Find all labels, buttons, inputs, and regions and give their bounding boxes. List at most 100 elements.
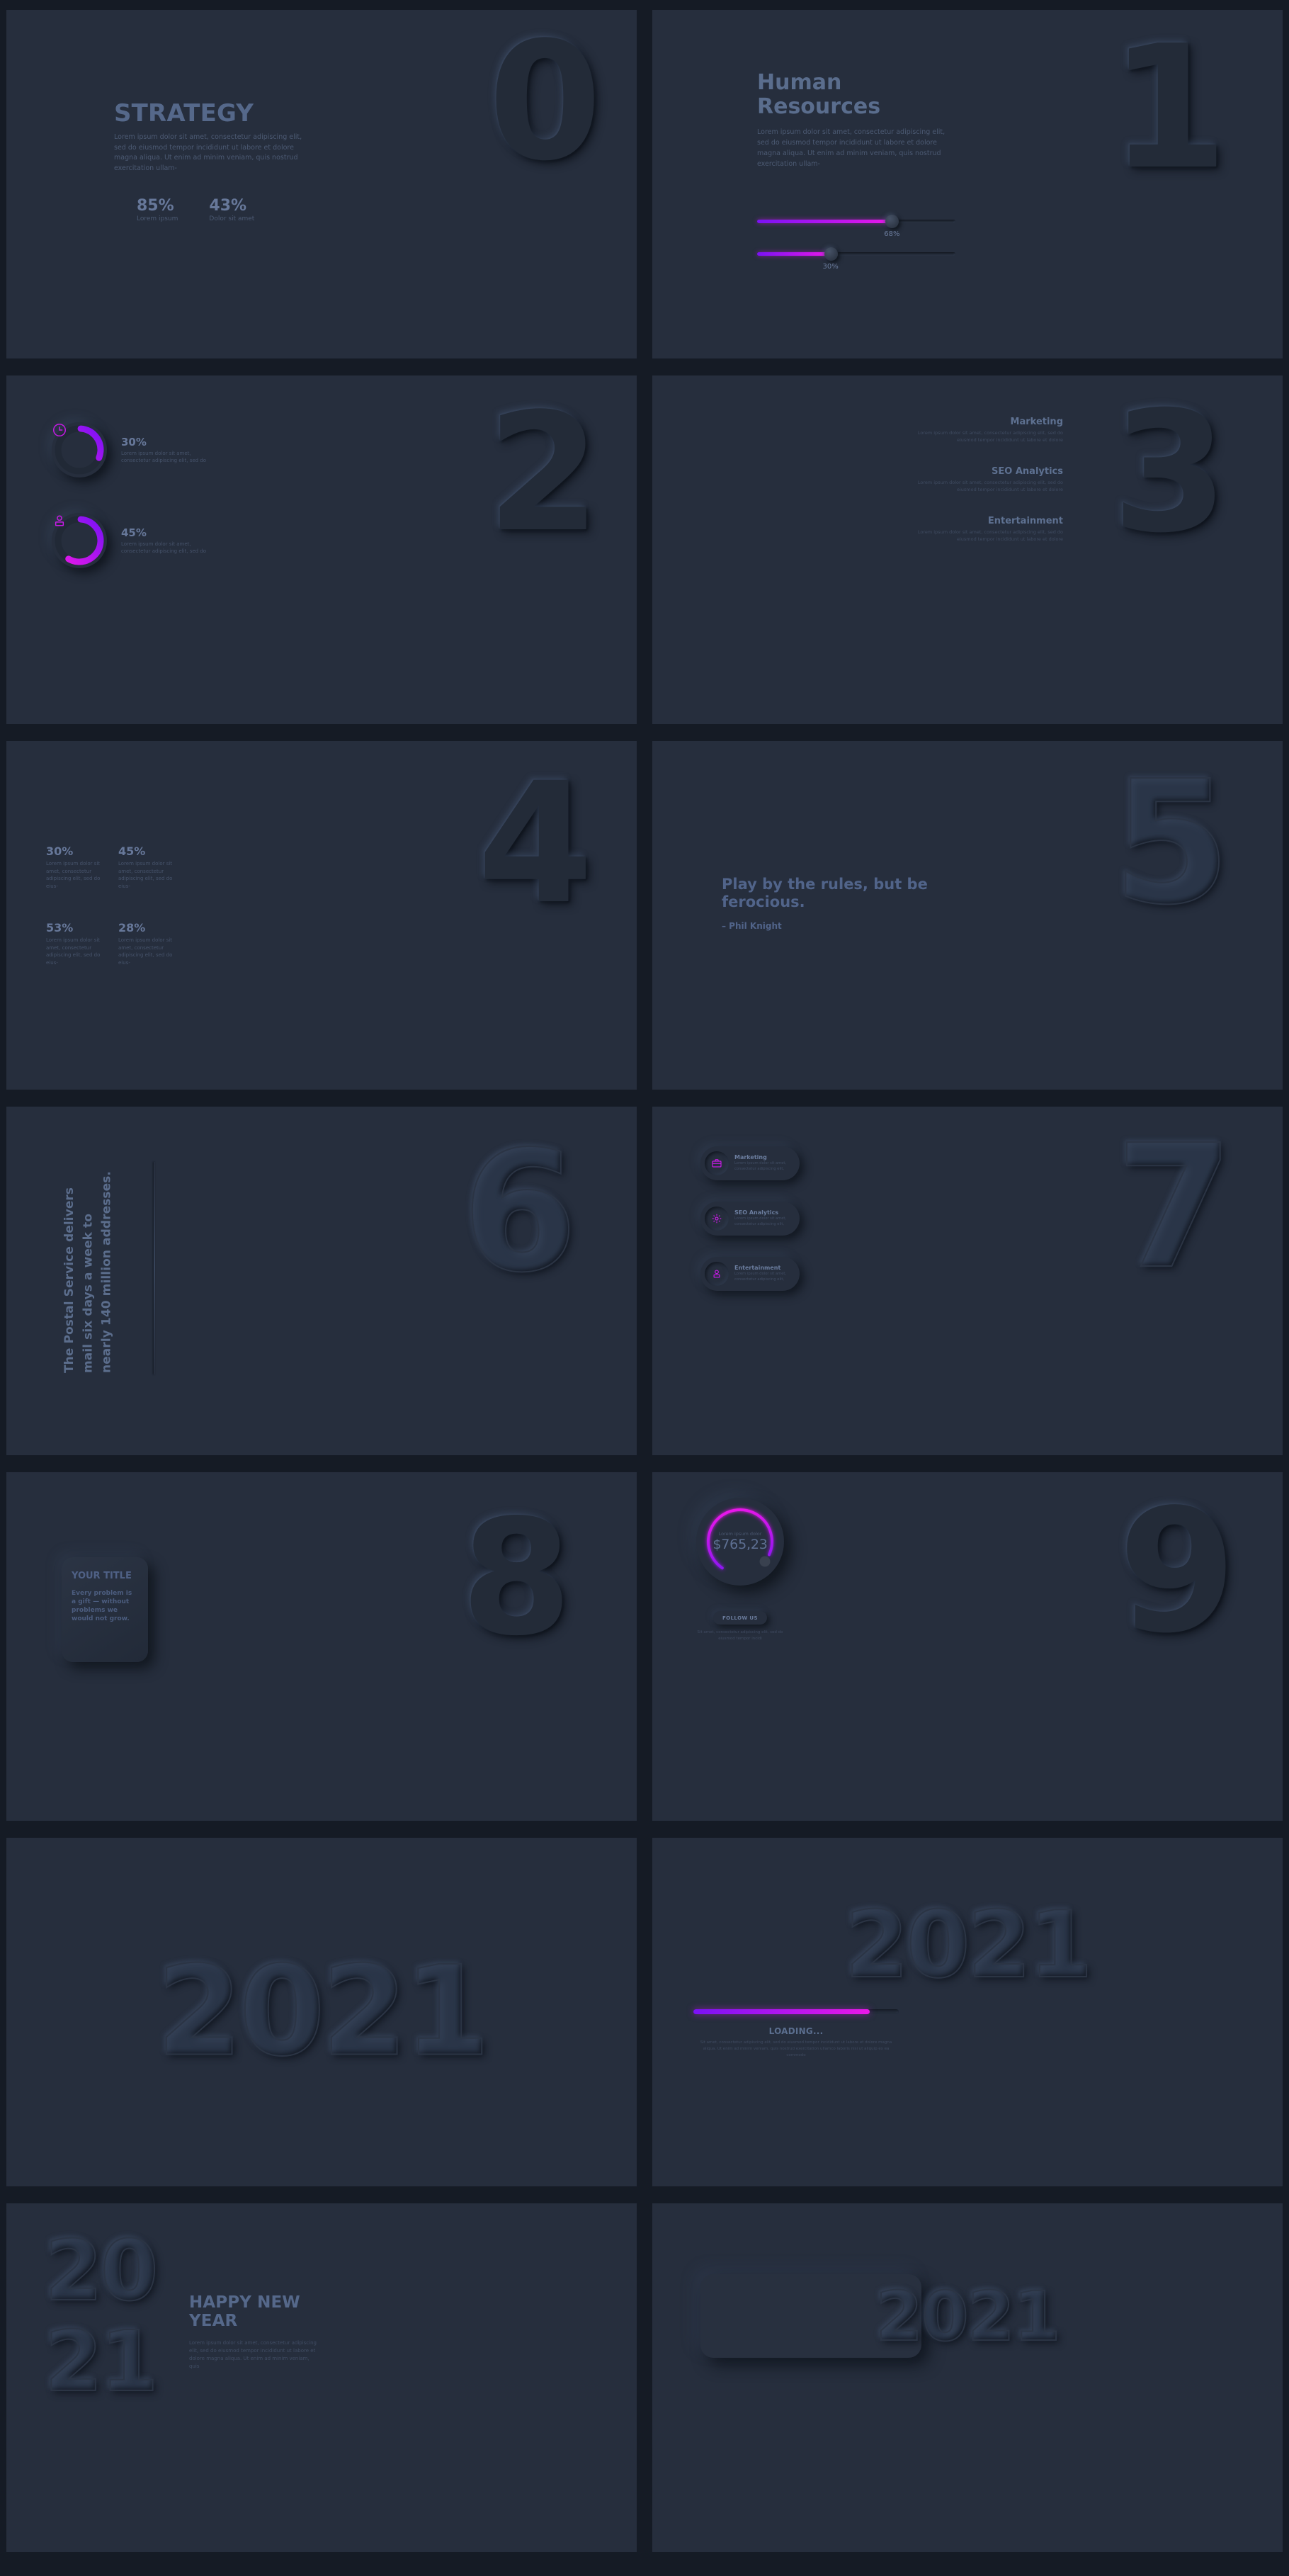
pill-list: Marketing Lorem ipsum dolor sit amet, co… <box>700 1146 800 1312</box>
loading-title: LOADING... <box>768 2026 824 2036</box>
topic-list: Marketing Lorem ipsum dolor sit amet, co… <box>909 417 1063 565</box>
slider-value: 68% <box>884 230 900 238</box>
stat-desc: Lorem ipsum dolor sit amet, consectetur … <box>46 937 101 966</box>
ring-text: 30% Lorem ipsum dolor sit amet, consecte… <box>121 436 215 464</box>
strategy-text-block: STRATEGY Lorem ipsum dolor sit amet, con… <box>114 99 307 174</box>
slide-numeral: 2 <box>487 379 601 568</box>
progress-ring[interactable] <box>52 422 107 478</box>
amount-gauge[interactable]: Lorem ipsum dolor $765,23 <box>696 1498 784 1586</box>
hr-paragraph: Lorem ipsum dolor sit amet, consectetur … <box>757 128 946 168</box>
quote-text: Play by the rules, but be ferocious. <box>722 876 928 911</box>
ring-item: 45% Lorem ipsum dolor sit amet, consecte… <box>52 513 215 568</box>
pill-item-marketing[interactable]: Marketing Lorem ipsum dolor sit amet, co… <box>700 1146 800 1180</box>
slider-fill <box>757 220 892 223</box>
pill-item-entertainment[interactable]: Entertainment Lorem ipsum dolor sit amet… <box>700 1257 800 1291</box>
slide-numeral-line-2: 21 <box>44 2312 159 2410</box>
slide-happy-new-year: 20 21 HAPPY NEW YEAR Lorem ipsum dolor s… <box>6 2203 637 2552</box>
slide-human-resources: 1 Human Resources Lorem ipsum dolor sit … <box>652 10 1283 358</box>
quote-block: Play by the rules, but be ferocious. – P… <box>722 876 934 931</box>
strategy-stats: 85% Lorem ipsum 43% Dolor sit amet <box>137 197 254 222</box>
topic-title: SEO Analytics <box>992 466 1063 478</box>
slide-strategy: 0 STRATEGY Lorem ipsum dolor sit amet, c… <box>6 10 637 358</box>
slide-stat-grid: 4 30% Lorem ipsum dolor sit amet, consec… <box>6 741 637 1090</box>
stat-desc: Lorem ipsum dolor sit amet, consectetur … <box>46 861 101 889</box>
loading-text-block: LOADING... Sit amet, consectetur adipisc… <box>693 2026 899 2059</box>
slide-numeral: 4 <box>477 747 594 941</box>
stat-value: 28% <box>118 921 146 934</box>
ring-desc: Lorem ipsum dolor sit amet, consectetur … <box>121 541 207 554</box>
slider-value: 30% <box>822 263 839 271</box>
quote-card[interactable]: YOUR TITLE Every problem is a gift — wit… <box>62 1557 148 1662</box>
person-icon <box>52 513 107 568</box>
vertical-fact-text: The Postal Service delivers mail six day… <box>62 1171 114 1373</box>
topic-title: Entertainment <box>987 516 1063 527</box>
hr-text-block: Human Resources Lorem ipsum dolor sit am… <box>757 70 948 169</box>
page-title: STRATEGY <box>114 99 254 128</box>
stat-cell: 28% Lorem ipsum dolor sit amet, consecte… <box>118 921 182 966</box>
slide-numeral-line-1: 20 <box>44 2222 159 2320</box>
quote-author: – Phil Knight <box>722 921 782 932</box>
slide-progress-rings: 2 30% Lorem ipsum dolor sit amet, consec… <box>6 375 637 724</box>
ring-text: 45% Lorem ipsum dolor sit amet, consecte… <box>121 526 215 555</box>
topic-item-entertainment[interactable]: Entertainment Lorem ipsum dolor sit amet… <box>909 516 1063 543</box>
topic-item-marketing[interactable]: Marketing Lorem ipsum dolor sit amet, co… <box>909 417 1063 444</box>
topic-desc: Lorem ipsum dolor sit amet, consectetur … <box>917 480 1063 493</box>
slider-knob[interactable] <box>885 215 899 228</box>
pill-desc: Lorem ipsum dolor sit amet, consectetur … <box>734 1216 787 1226</box>
card-title: YOUR TITLE <box>72 1571 132 1581</box>
pill-text: Entertainment Lorem ipsum dolor sit amet… <box>734 1265 797 1282</box>
stat-grid: 30% Lorem ipsum dolor sit amet, consecte… <box>46 844 188 966</box>
pill-title: Entertainment <box>734 1265 781 1272</box>
topic-desc: Lorem ipsum dolor sit amet, consectetur … <box>917 430 1063 444</box>
slide-loading: 2021 LOADING... Sit amet, consectetur ad… <box>652 1838 1283 2186</box>
loading-progress-track[interactable] <box>693 2009 899 2014</box>
gauge-amount: $765,23 <box>712 1537 768 1552</box>
slide-numeral: 6 <box>461 1116 579 1309</box>
page-title: HAPPY NEW YEAR <box>189 2293 300 2330</box>
slider-row[interactable]: 68% <box>757 213 955 245</box>
stat-label: Dolor sit amet <box>209 215 255 222</box>
stat-item: 85% Lorem ipsum <box>137 197 178 222</box>
slide-numeral: 5 <box>1112 744 1232 942</box>
gauge-label: Lorem ipsum dolor <box>718 1531 762 1537</box>
slide-numeral: 7 <box>1115 1108 1234 1306</box>
pill-text: SEO Analytics Lorem ipsum dolor sit amet… <box>734 1209 797 1227</box>
loading-progress-fill <box>693 2009 870 2014</box>
slide-numeral: 2021 <box>156 1940 491 2084</box>
ring-list: 30% Lorem ipsum dolor sit amet, consecte… <box>52 422 215 604</box>
slide-numeral: 3 <box>1112 376 1228 570</box>
ring-item: 30% Lorem ipsum dolor sit amet, consecte… <box>52 422 215 478</box>
stat-desc: Lorem ipsum dolor sit amet, consectetur … <box>118 861 173 889</box>
slide-numeral: 2021 <box>844 1891 1094 1999</box>
pill-title: SEO Analytics <box>734 1209 779 1216</box>
slide-gauge: 9 Lorem ipsum dolor $765,23 FOLLOW US Si… <box>652 1472 1283 1821</box>
gear-icon <box>705 1207 729 1231</box>
person-icon <box>705 1262 729 1286</box>
gauge-caption: Sit amet, consectetur adipiscing elit, s… <box>697 1630 783 1641</box>
slide-year-2021: 2021 <box>6 1838 637 2186</box>
clock-icon <box>52 422 107 478</box>
stat-cell: 30% Lorem ipsum dolor sit amet, consecte… <box>46 844 110 890</box>
slide-numeral: 8 <box>460 1486 572 1671</box>
strategy-paragraph: Lorem ipsum dolor sit amet, consectetur … <box>114 133 302 173</box>
slider-knob[interactable] <box>824 247 838 261</box>
stat-value: 45% <box>118 844 146 858</box>
progress-ring[interactable] <box>52 513 107 568</box>
pill-item-seo-analytics[interactable]: SEO Analytics Lorem ipsum dolor sit amet… <box>700 1202 800 1236</box>
pill-desc: Lorem ipsum dolor sit amet, consectetur … <box>734 1161 787 1171</box>
ring-desc: Lorem ipsum dolor sit amet, consectetur … <box>121 450 207 463</box>
slide-numeral: 1 <box>1109 10 1228 207</box>
slide-numeral: 0 <box>488 10 602 197</box>
slide-deck: 0 STRATEGY Lorem ipsum dolor sit amet, c… <box>0 0 1289 2567</box>
slide-numeral: 9 <box>1118 1472 1237 1671</box>
stat-cell: 45% Lorem ipsum dolor sit amet, consecte… <box>118 844 182 890</box>
briefcase-icon <box>705 1151 729 1175</box>
topic-item-seo-analytics[interactable]: SEO Analytics Lorem ipsum dolor sit amet… <box>909 466 1063 493</box>
topic-title: Marketing <box>1010 417 1063 427</box>
card-body: Every problem is a gift — without proble… <box>72 1589 132 1622</box>
stat-desc: Lorem ipsum dolor sit amet, consectetur … <box>118 937 173 966</box>
follow-us-button[interactable]: FOLLOW US <box>713 1611 767 1625</box>
pill-desc: Lorem ipsum dolor sit amet, consectetur … <box>734 1272 787 1282</box>
stat-item: 43% Dolor sit amet <box>209 197 254 222</box>
slider-row[interactable]: 30% <box>757 245 955 278</box>
